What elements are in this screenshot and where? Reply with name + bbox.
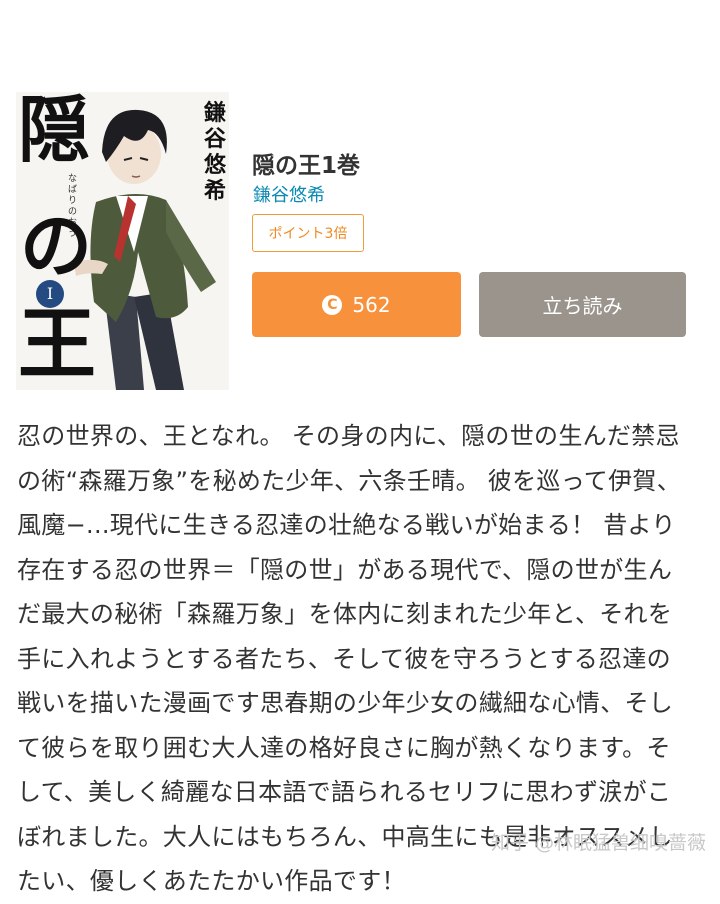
cover-title-top: 隠 [18, 92, 91, 172]
cover-title-bottom: 王 [18, 299, 97, 390]
cover-author: 鎌谷悠希 [204, 100, 227, 204]
cover-title-mid: の [20, 203, 93, 288]
preview-label: 立ち読み [542, 294, 623, 318]
book-cover[interactable]: 隠 なばりのおう の Ⅰ 王 鎌谷悠希 [16, 92, 229, 390]
watermark: 知乎 @林眠猛兽细嗅蔷薇 [490, 832, 706, 854]
preview-button[interactable]: 立ち読み [479, 272, 686, 337]
buy-button[interactable]: C 562 [252, 272, 461, 337]
points-badge: ポイント3倍 [252, 214, 364, 252]
author-link[interactable]: 鎌谷悠希 [253, 181, 325, 207]
buy-price: 562 [352, 292, 391, 317]
book-title[interactable]: 隠の王1巻 [252, 146, 360, 180]
coin-icon: C [322, 294, 343, 315]
